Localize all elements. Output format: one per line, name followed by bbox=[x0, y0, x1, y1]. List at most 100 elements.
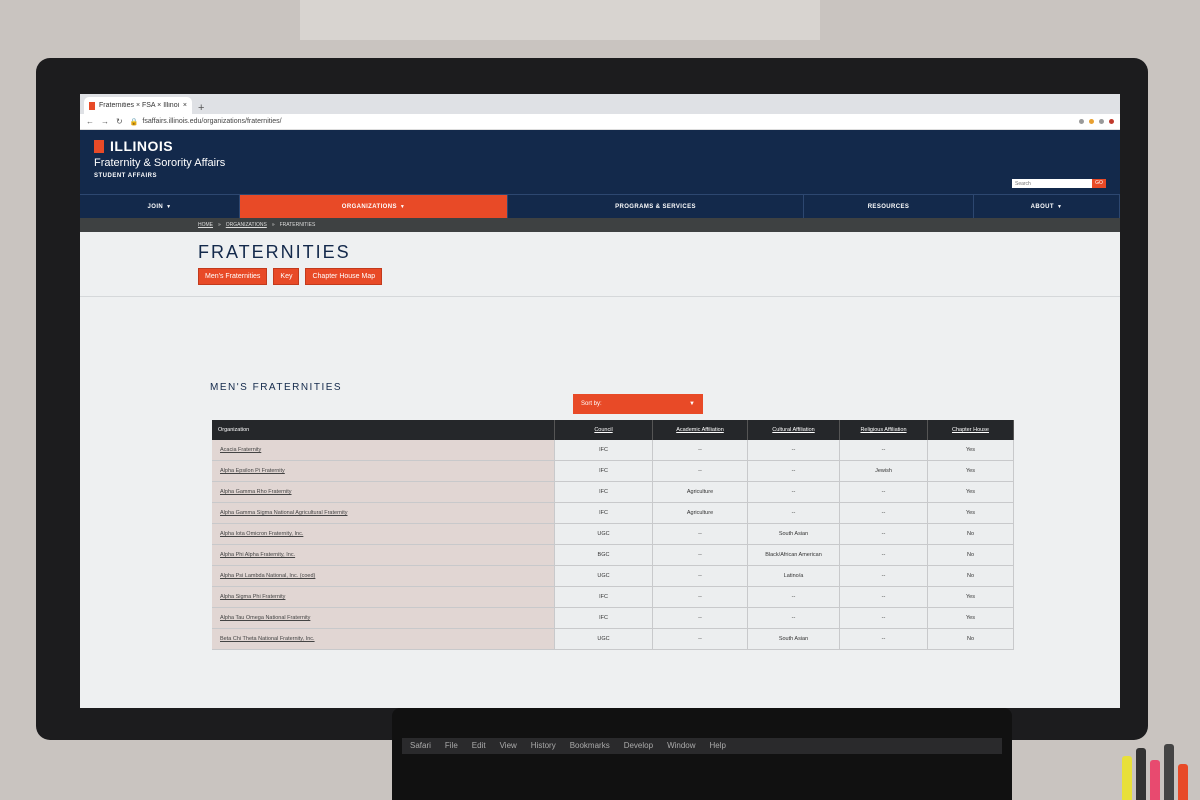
table-row: Alpha Phi Alpha Fraternity, Inc. BGC -- Bla… bbox=[212, 545, 1014, 566]
caret-down-icon: ▼ bbox=[689, 401, 695, 407]
extension-icon[interactable] bbox=[1079, 119, 1084, 124]
breadcrumb-separator: » bbox=[271, 222, 275, 228]
table-cell: No bbox=[928, 524, 1014, 544]
caret-down-icon: ▼ bbox=[166, 203, 172, 210]
column-header: Organization bbox=[212, 420, 555, 440]
mens-fraternities-button[interactable]: Men's Fraternities bbox=[198, 268, 268, 285]
forward-icon[interactable]: → bbox=[101, 117, 109, 126]
illinois-favicon-icon bbox=[89, 101, 95, 110]
organization-link[interactable]: Beta Chi Theta National Fraternity, Inc. bbox=[212, 629, 555, 649]
nav-label: RESOURCES bbox=[867, 203, 910, 210]
table-cell: -- bbox=[653, 629, 748, 649]
table-cell: -- bbox=[840, 566, 928, 586]
laptop-menu-item[interactable]: Edit bbox=[472, 741, 486, 751]
back-icon[interactable]: ← bbox=[86, 117, 94, 126]
table-cell: Black/African American bbox=[748, 545, 840, 565]
table-cell: No bbox=[928, 566, 1014, 586]
nav-programs-services[interactable]: PROGRAMS & SERVICES bbox=[508, 195, 804, 218]
main-content: FRATERNITIES Men's Fraternities Key Chap… bbox=[80, 232, 1120, 702]
breadcrumb-current: FRATERNITIES bbox=[279, 222, 316, 228]
extension-icon[interactable] bbox=[1089, 119, 1094, 124]
column-header[interactable]: Council bbox=[555, 420, 653, 440]
table-row: Alpha Gamma Sigma National Agricultural … bbox=[212, 503, 1014, 524]
breadcrumb-organizations[interactable]: ORGANIZATIONS bbox=[226, 222, 267, 228]
profile-avatar-icon[interactable] bbox=[1109, 119, 1114, 124]
laptop-menu-item[interactable]: History bbox=[531, 741, 556, 751]
chapter-house-map-button[interactable]: Chapter House Map bbox=[305, 268, 383, 285]
page-buttons: Men's Fraternities Key Chapter House Map bbox=[198, 268, 383, 285]
laptop-menu-item[interactable]: File bbox=[445, 741, 458, 751]
url-text: fsaffairs.illinois.edu/organizations/fra… bbox=[142, 118, 282, 125]
table-row: Alpha Gamma Rho Fraternity IFC Agriculture… bbox=[212, 482, 1014, 503]
url-field[interactable]: 🔒 fsaffairs.illinois.edu/organizations/f… bbox=[130, 118, 1072, 126]
laptop-menu-item[interactable]: Window bbox=[667, 741, 695, 751]
extension-icon[interactable] bbox=[1099, 119, 1104, 124]
laptop-menu-item[interactable]: View bbox=[500, 741, 517, 751]
table-row: Alpha Tau Omega National Fraternity IFC --… bbox=[212, 608, 1014, 629]
tab-close-icon[interactable]: × bbox=[183, 102, 187, 109]
organization-link[interactable]: Alpha Tau Omega National Fraternity bbox=[212, 608, 555, 628]
table-cell: -- bbox=[653, 461, 748, 481]
sort-dropdown[interactable]: Sort by: ▼ bbox=[573, 394, 703, 414]
organization-link[interactable]: Alpha Sigma Phi Fraternity bbox=[212, 587, 555, 607]
table-cell: -- bbox=[653, 608, 748, 628]
table-cell: Yes bbox=[928, 587, 1014, 607]
browser-tab[interactable]: Fraternities × FSA × Illinois × bbox=[84, 97, 192, 114]
subunit-name[interactable]: STUDENT AFFAIRS bbox=[94, 173, 1106, 179]
organization-link[interactable]: Alpha Gamma Sigma National Agricultural … bbox=[212, 503, 555, 523]
table-cell: IFC bbox=[555, 461, 653, 481]
key-button[interactable]: Key bbox=[273, 268, 300, 285]
table-cell: -- bbox=[653, 440, 748, 460]
table-cell: UGC bbox=[555, 566, 653, 586]
laptop-menu-item[interactable]: Bookmarks bbox=[570, 741, 610, 751]
search-input[interactable] bbox=[1012, 179, 1092, 188]
breadcrumb-separator: » bbox=[218, 222, 221, 228]
nav-about[interactable]: ABOUT ▼ bbox=[974, 195, 1120, 218]
brand-name: ILLINOIS bbox=[110, 138, 174, 154]
marker bbox=[1178, 764, 1188, 800]
wall-shelf bbox=[300, 0, 820, 40]
table-cell: Yes bbox=[928, 503, 1014, 523]
laptop: Safari File Edit View History Bookmarks Develo… bbox=[392, 708, 1012, 800]
breadcrumb-home[interactable]: HOME bbox=[198, 222, 213, 228]
illinois-logo[interactable]: ILLINOIS bbox=[94, 138, 1106, 154]
organization-link[interactable]: Alpha Psi Lambda National, Inc. (coed) bbox=[212, 566, 555, 586]
column-header[interactable]: Cultural Affiliation bbox=[748, 420, 840, 440]
table-cell: Agriculture bbox=[653, 503, 748, 523]
table-cell: -- bbox=[840, 503, 928, 523]
divider bbox=[80, 296, 1120, 297]
organization-link[interactable]: Alpha Phi Alpha Fraternity, Inc. bbox=[212, 545, 555, 565]
nav-resources[interactable]: RESOURCES bbox=[804, 195, 974, 218]
organization-link[interactable]: Alpha Epsilon Pi Fraternity bbox=[212, 461, 555, 481]
table-cell: No bbox=[928, 545, 1014, 565]
site-header: ILLINOIS Fraternity & Sorority Affairs S… bbox=[80, 130, 1120, 194]
table-cell: -- bbox=[748, 440, 840, 460]
table-cell: Yes bbox=[928, 482, 1014, 502]
table-cell: UGC bbox=[555, 629, 653, 649]
organization-link[interactable]: Alpha Iota Omicron Fraternity, Inc. bbox=[212, 524, 555, 544]
table-cell: -- bbox=[840, 440, 928, 460]
laptop-menu-item[interactable]: Develop bbox=[624, 741, 653, 751]
browser-screen: Fraternities × FSA × Illinois × + ← → ↻ … bbox=[80, 94, 1120, 708]
table-body: Acacia Fraternity IFC -- -- -- Yes Alpha Epsil… bbox=[212, 440, 1014, 650]
block-i-icon bbox=[94, 139, 104, 153]
nav-join[interactable]: JOIN ▼ bbox=[80, 195, 240, 218]
pen-cup bbox=[1118, 742, 1200, 800]
breadcrumb: HOME » ORGANIZATIONS » FRATERNITIES bbox=[80, 218, 1120, 232]
column-header[interactable]: Religious Affiliation bbox=[840, 420, 928, 440]
search-button[interactable]: GO bbox=[1092, 179, 1106, 188]
unit-name[interactable]: Fraternity & Sorority Affairs bbox=[94, 157, 1106, 169]
table-cell: IFC bbox=[555, 503, 653, 523]
laptop-menu-item[interactable]: Help bbox=[710, 741, 726, 751]
organization-link[interactable]: Alpha Gamma Rho Fraternity bbox=[212, 482, 555, 502]
highlighter bbox=[1122, 756, 1132, 800]
organization-link[interactable]: Acacia Fraternity bbox=[212, 440, 555, 460]
laptop-menu-item[interactable]: Safari bbox=[410, 741, 431, 751]
table-row: Alpha Psi Lambda National, Inc. (coed) UG… bbox=[212, 566, 1014, 587]
reload-icon[interactable]: ↻ bbox=[116, 117, 123, 126]
nav-organizations[interactable]: ORGANIZATIONS ▼ bbox=[240, 195, 508, 218]
column-header[interactable]: Academic Affiliation bbox=[653, 420, 748, 440]
table-cell: -- bbox=[748, 608, 840, 628]
column-header[interactable]: Chapter House bbox=[928, 420, 1014, 440]
new-tab-button[interactable]: + bbox=[192, 102, 210, 114]
